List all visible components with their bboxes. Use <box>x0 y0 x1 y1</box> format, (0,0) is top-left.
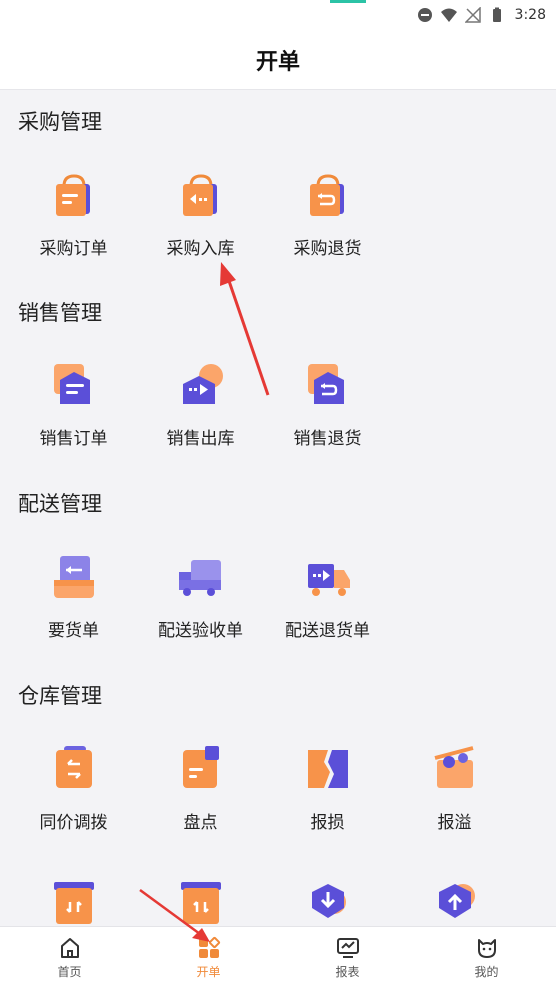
stocktake-button[interactable]: 盘点 <box>137 742 264 833</box>
wifi-icon <box>440 8 457 22</box>
section-title-purchase: 采购管理 <box>18 110 102 134</box>
warehouse-item-5-button[interactable] <box>10 878 137 926</box>
tab-home[interactable]: 首页 <box>0 927 139 989</box>
tab-profile-label: 我的 <box>474 965 499 979</box>
page-header: 开单 <box>0 30 556 90</box>
outbound-box-icon <box>180 882 221 924</box>
transfer-icon <box>55 746 92 788</box>
sales-order-label: 销售订单 <box>39 429 108 449</box>
upload-shield-icon <box>438 884 475 918</box>
warehouse-item-6-button[interactable] <box>137 878 264 926</box>
tab-create-order-label: 开单 <box>196 965 221 979</box>
sales-order-icon <box>53 364 90 404</box>
delivery-return-label: 配送退货单 <box>285 621 370 641</box>
battery-icon <box>492 7 501 22</box>
purchase-inbound-icon <box>182 174 217 216</box>
sales-outbound-icon <box>182 364 223 404</box>
sales-outbound-label: 销售出库 <box>166 429 235 449</box>
tab-reports[interactable]: 报表 <box>278 927 417 989</box>
purchase-inbound-label: 采购入库 <box>166 239 235 259</box>
sales-return-button[interactable]: 销售退货 <box>264 358 391 449</box>
overflow-report-label: 报溢 <box>437 813 472 833</box>
transfer-label: 同价调拨 <box>39 813 108 833</box>
requisition-icon <box>53 556 94 598</box>
tab-create-order[interactable]: 开单 <box>139 927 278 989</box>
notification-indicator <box>330 0 366 3</box>
purchase-return-icon <box>309 174 344 216</box>
sales-outbound-button[interactable]: 销售出库 <box>137 358 264 449</box>
delivery-truck-icon <box>178 560 221 596</box>
purchase-return-button[interactable]: 采购退货 <box>264 168 391 259</box>
download-shield-icon <box>311 884 346 918</box>
purchase-order-button[interactable]: 采购订单 <box>10 168 137 259</box>
delivery-acceptance-button[interactable]: 配送验收单 <box>137 550 264 641</box>
inbound-box-icon <box>53 882 94 924</box>
damage-report-label: 报损 <box>310 813 345 833</box>
requisition-label: 要货单 <box>48 621 99 641</box>
stocktake-label: 盘点 <box>183 813 218 833</box>
home-icon <box>60 938 79 958</box>
transfer-button[interactable]: 同价调拨 <box>10 742 137 833</box>
no-signal-icon <box>464 7 481 23</box>
sales-return-icon <box>307 364 344 404</box>
requisition-button[interactable]: 要货单 <box>10 550 137 641</box>
section-title-delivery: 配送管理 <box>18 492 102 516</box>
tab-profile[interactable]: 我的 <box>417 927 556 989</box>
page-title: 开单 <box>255 49 300 75</box>
warehouse-item-8-button[interactable] <box>391 878 518 926</box>
sales-order-button[interactable]: 销售订单 <box>10 358 137 449</box>
sales-return-label: 销售退货 <box>293 429 362 449</box>
damage-report-icon <box>307 750 348 788</box>
delivery-return-truck-icon <box>307 564 350 596</box>
report-monitor-icon <box>336 938 359 958</box>
stocktake-icon <box>182 746 219 788</box>
purchase-order-icon <box>55 174 90 216</box>
purchase-order-label: 采购订单 <box>39 239 108 259</box>
delivery-acceptance-label: 配送验收单 <box>158 621 243 641</box>
section-title-warehouse: 仓库管理 <box>18 684 102 708</box>
purchase-return-label: 采购退货 <box>293 239 362 259</box>
bottom-tab-bar: 首页 开单 报表 我的 <box>0 926 556 989</box>
profile-cat-icon <box>477 939 496 958</box>
main-content[interactable]: 采购管理 采购订单 采购入库 采购退货 销售管理 销售订单 销售出库 销售退货 … <box>0 90 556 926</box>
apps-grid-icon <box>198 936 220 958</box>
tab-home-label: 首页 <box>57 965 82 979</box>
overflow-report-button[interactable]: 报溢 <box>391 742 518 833</box>
tab-reports-label: 报表 <box>335 965 360 979</box>
delivery-return-button[interactable]: 配送退货单 <box>264 550 391 641</box>
warehouse-item-7-button[interactable] <box>264 878 391 926</box>
status-bar: 3:28 <box>0 0 556 30</box>
purchase-inbound-button[interactable]: 采购入库 <box>137 168 264 259</box>
section-title-sales: 销售管理 <box>18 301 102 325</box>
do-not-disturb-icon <box>417 8 432 22</box>
overflow-report-icon <box>433 746 474 788</box>
damage-report-button[interactable]: 报损 <box>264 742 391 833</box>
status-time: 3:28 <box>514 7 546 23</box>
